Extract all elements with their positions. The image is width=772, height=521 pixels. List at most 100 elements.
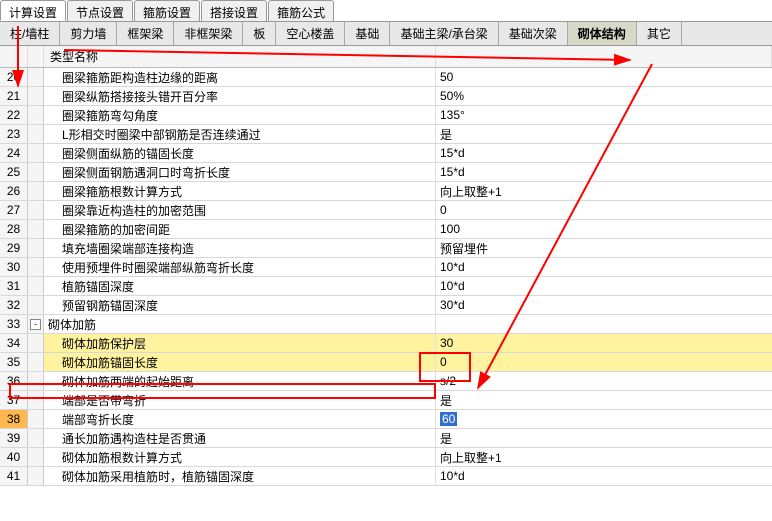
row-value[interactable]: 30*d [436,296,772,314]
row-name: 植筋锚固深度 [44,277,436,295]
table-row[interactable]: 37端部是否带弯折是 [0,391,772,410]
subtab-shearwall[interactable]: 剪力墙 [60,22,117,45]
table-row[interactable]: 26圈梁箍筋根数计算方式向上取整+1 [0,182,772,201]
row-name: 预留钢筋锚固深度 [44,296,436,314]
table-row[interactable]: 27 圈梁靠近构造柱的加密范围0 [0,201,772,220]
table-row[interactable]: 23 L形相交时圈梁中部钢筋是否连续通过是 [0,125,772,144]
row-name: 圈梁靠近构造柱的加密范围 [44,201,436,219]
table-row[interactable]: 22圈梁箍筋弯勾角度135° [0,106,772,125]
table-row[interactable]: 36砌体加筋两端的起始距离s/2 [0,372,772,391]
row-value[interactable]: 向上取整+1 [436,182,772,200]
table-row[interactable]: 39 通长加筋遇构造柱是否贯通是 [0,429,772,448]
tree-toggle-cell [28,334,44,352]
row-name: 圈梁侧面钢筋遇洞口时弯折长度 [44,163,436,181]
collapse-icon[interactable]: - [30,319,41,330]
row-number: 41 [0,467,28,485]
table-row[interactable]: 20 圈梁箍筋距构造柱边缘的距离50 [0,68,772,87]
tree-toggle-cell [28,239,44,257]
table-row[interactable]: 21圈梁纵筋搭接接头错开百分率50% [0,87,772,106]
row-value[interactable]: 0 [436,201,772,219]
tab-stirrup-formula[interactable]: 箍筋公式 [268,0,334,21]
tree-toggle-cell [28,68,44,86]
row-name: 砌体加筋两端的起始距离 [44,372,436,390]
subtab-other[interactable]: 其它 [637,22,682,45]
subtab-masonry[interactable]: 砌体结构 [568,22,637,45]
row-number: 21 [0,87,28,105]
row-number: 27 [0,201,28,219]
row-number: 22 [0,106,28,124]
subtab-column[interactable]: 柱/墙柱 [0,22,60,45]
table-row[interactable]: 30使用预埋件时圈梁端部纵筋弯折长度10*d [0,258,772,277]
row-value[interactable]: 15*d [436,163,772,181]
subtab-foundation[interactable]: 基础 [345,22,390,45]
sub-tab-bar: 柱/墙柱 剪力墙 框架梁 非框架梁 板 空心楼盖 基础 基础主梁/承台梁 基础次… [0,22,772,46]
table-row[interactable]: 29填充墙圈梁端部连接构造预留埋件 [0,239,772,258]
row-name: 圈梁箍筋距构造柱边缘的距离 [44,68,436,86]
row-value[interactable]: 10*d [436,467,772,485]
row-value[interactable]: 50 [436,68,772,86]
subtab-nonframe-beam[interactable]: 非框架梁 [174,22,243,45]
subtab-slab[interactable]: 板 [243,22,276,45]
row-value[interactable]: 是 [436,429,772,447]
subtab-fnd-sec-beam[interactable]: 基础次梁 [499,22,568,45]
row-number: 34 [0,334,28,352]
table-row[interactable]: 28圈梁箍筋的加密间距100 [0,220,772,239]
row-name: 砌体加筋锚固长度 [44,353,436,371]
row-name: 端部弯折长度 [44,410,436,428]
table-row[interactable]: 34砌体加筋保护层30 [0,334,772,353]
row-value[interactable]: 15*d [436,144,772,162]
tab-stirrup-settings[interactable]: 箍筋设置 [134,0,200,21]
tree-toggle-cell [28,277,44,295]
row-value[interactable]: 预留埋件 [436,239,772,257]
tree-toggle-cell [28,125,44,143]
tree-toggle-cell [28,106,44,124]
tree-toggle-cell [28,87,44,105]
tab-calc-settings[interactable]: 计算设置 [0,0,66,21]
row-value[interactable]: 是 [436,391,772,409]
tab-lap-settings[interactable]: 搭接设置 [201,0,267,21]
table-row[interactable]: 25圈梁侧面钢筋遇洞口时弯折长度15*d [0,163,772,182]
row-value[interactable]: 100 [436,220,772,238]
subtab-fnd-main-beam[interactable]: 基础主梁/承台梁 [390,22,498,45]
table-row[interactable]: 32预留钢筋锚固深度30*d [0,296,772,315]
table-row[interactable]: 41砌体加筋采用植筋时，植筋锚固深度10*d [0,467,772,486]
tree-toggle-cell[interactable]: - [28,315,44,333]
row-number: 40 [0,448,28,466]
tree-toggle-cell [28,182,44,200]
row-value[interactable]: 10*d [436,277,772,295]
row-name: L形相交时圈梁中部钢筋是否连续通过 [44,125,436,143]
tree-toggle-cell [28,220,44,238]
row-number: 20 [0,68,28,86]
row-value[interactable]: 10*d [436,258,772,276]
tab-node-settings[interactable]: 节点设置 [67,0,133,21]
table-row[interactable]: 24圈梁侧面纵筋的锚固长度15*d [0,144,772,163]
table-row[interactable]: 35砌体加筋锚固长度0 [0,353,772,372]
subtab-frame-beam[interactable]: 框架梁 [117,22,174,45]
row-value[interactable]: 向上取整+1 [436,448,772,466]
table-row[interactable]: 40砌体加筋根数计算方式向上取整+1 [0,448,772,467]
row-value[interactable]: 0 [436,353,772,371]
row-number: 31 [0,277,28,295]
row-value[interactable]: s/2 [436,372,772,390]
subtab-hollow-floor[interactable]: 空心楼盖 [276,22,345,45]
row-number: 23 [0,125,28,143]
row-name: 使用预埋件时圈梁端部纵筋弯折长度 [44,258,436,276]
row-number: 39 [0,429,28,447]
row-value[interactable] [436,315,772,333]
table-row[interactable]: 33-砌体加筋 [0,315,772,334]
tree-toggle-cell [28,448,44,466]
tree-toggle-cell [28,144,44,162]
row-number: 26 [0,182,28,200]
row-value[interactable]: 是 [436,125,772,143]
table-row[interactable]: 38 端部弯折长度 60 [0,410,772,429]
row-number: 38 [0,410,28,428]
table-row[interactable]: 31 植筋锚固深度10*d [0,277,772,296]
row-value[interactable]: 135° [436,106,772,124]
row-value[interactable]: 50% [436,87,772,105]
row-value[interactable]: 30 [436,334,772,352]
row-name: 圈梁箍筋的加密间距 [44,220,436,238]
row-number: 24 [0,144,28,162]
selected-value[interactable]: 60 [440,412,457,426]
row-name: 通长加筋遇构造柱是否贯通 [44,429,436,447]
row-value[interactable]: 60 [436,410,772,428]
